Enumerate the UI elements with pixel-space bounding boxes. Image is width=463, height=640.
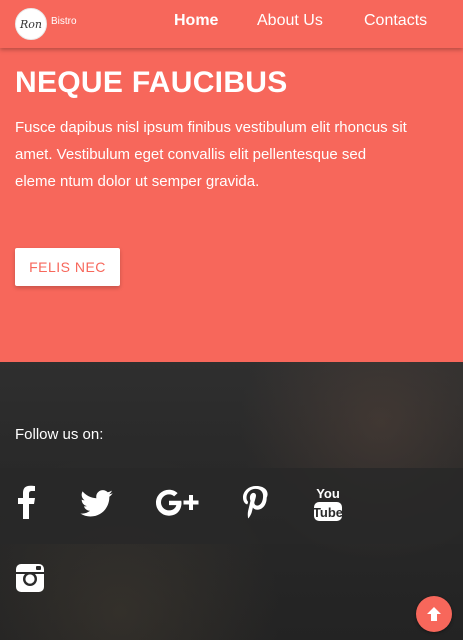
svg-text:Tube: Tube — [313, 505, 343, 520]
footer: Follow us on: You Tube — [0, 362, 463, 640]
svg-text:You: You — [316, 486, 340, 501]
google-plus-icon[interactable] — [154, 487, 202, 519]
arrow-up-icon — [427, 607, 441, 621]
youtube-icon[interactable]: You Tube — [312, 485, 344, 523]
nav-item-home[interactable]: Home — [174, 12, 218, 30]
facebook-icon[interactable] — [15, 485, 37, 519]
hero-cta-button[interactable]: FELIS NEC — [15, 248, 120, 286]
follow-label: Follow us on: — [15, 426, 104, 443]
scroll-to-top-button[interactable] — [416, 596, 452, 632]
nav-item-contacts[interactable]: Contacts — [364, 12, 427, 30]
instagram-icon[interactable] — [15, 563, 45, 593]
nav-item-about-us[interactable]: About Us — [257, 12, 323, 30]
brand-logo[interactable]: Ron — [15, 8, 47, 40]
brand-name: Bistro — [51, 16, 77, 27]
brand-logo-text: Ron — [20, 17, 42, 31]
pinterest-icon[interactable] — [242, 485, 270, 521]
twitter-icon[interactable] — [79, 488, 113, 518]
hero-text: Fusce dapibus nisl ipsum finibus vestibu… — [15, 119, 407, 190]
hero-section: NEQUE FAUCIBUS Fusce dapibus nisl ipsum … — [0, 0, 463, 362]
navbar: Ron Bistro Home About Us Contacts — [0, 0, 463, 48]
hero-title: NEQUE FAUCIBUS — [15, 66, 288, 99]
social-band — [0, 468, 463, 544]
